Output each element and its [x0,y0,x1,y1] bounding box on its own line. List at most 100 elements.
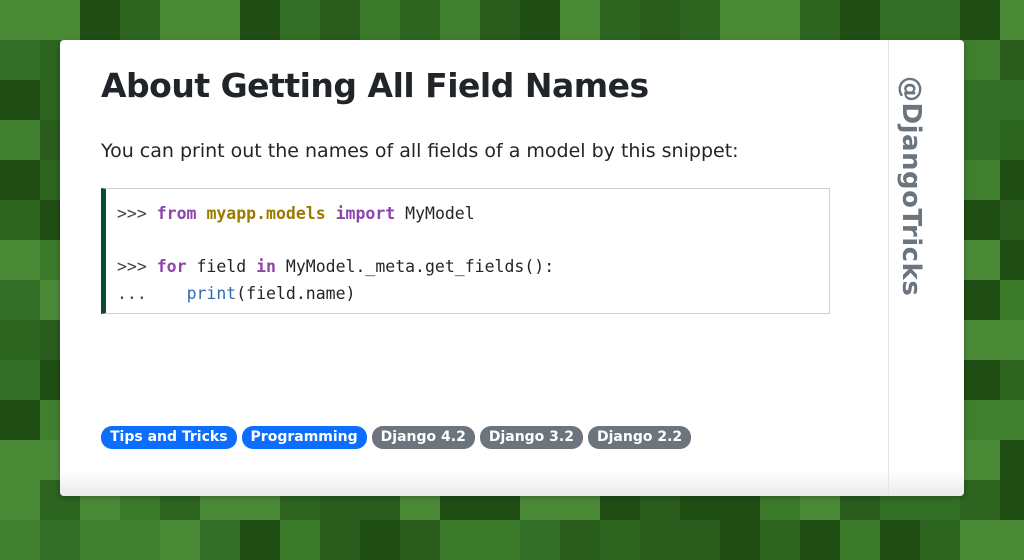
background-tile [680,520,720,560]
background-tile [440,0,480,40]
background-tile [0,360,40,400]
background-tile [1000,160,1024,200]
tag-list: Tips and Tricks Programming Django 4.2 D… [101,426,692,449]
background-tile [520,520,560,560]
background-tile [960,360,1000,400]
background-tile [960,440,1000,480]
background-tile [560,0,600,40]
card-bottom-fade [60,470,964,496]
background-tile [640,0,680,40]
background-tile [0,440,40,480]
background-tile [640,520,680,560]
background-tile [840,520,880,560]
tag-programming[interactable]: Programming [241,426,367,449]
background-tile [360,520,400,560]
code-prompt: >>> [117,257,157,276]
code-keyword: import [335,204,396,223]
background-tile [160,520,200,560]
background-tile [960,240,1000,280]
code-expression: MyModel._meta.get_fields(): [285,257,555,276]
tag-django-3-2[interactable]: Django 3.2 [479,426,583,449]
background-tile [0,120,40,160]
background-tile [1000,0,1024,40]
background-tile [680,0,720,40]
background-tile [960,200,1000,240]
background-tile [120,0,160,40]
background-tile [880,520,920,560]
code-snippet: >>> from myapp.models import MyModel >>>… [101,188,830,314]
background-tile [1000,120,1024,160]
background-tile [1000,40,1024,80]
background-tile [600,520,640,560]
tag-django-4-2[interactable]: Django 4.2 [371,426,475,449]
background-tile [840,0,880,40]
background-tile [960,280,1000,320]
background-tile [960,40,1000,80]
background-tile [960,80,1000,120]
background-tile [80,520,120,560]
background-tile [1000,280,1024,320]
background-tile [560,520,600,560]
background-tile [920,0,960,40]
background-tile [880,0,920,40]
code-text: >>> from myapp.models import MyModel >>>… [106,189,829,307]
background-tile [440,520,480,560]
tag-django-2-2[interactable]: Django 2.2 [587,426,692,449]
background-tile [0,400,40,440]
background-tile [200,0,240,40]
tip-card: About Getting All Field Names You can pr… [60,40,964,496]
background-tile [400,520,440,560]
code-keyword: in [256,257,276,276]
intro-text: You can print out the names of all field… [101,140,739,162]
background-tile [0,240,40,280]
background-tile [0,80,40,120]
background-tile [520,0,560,40]
background-tile [240,0,280,40]
background-tile [0,160,40,200]
background-tile [480,0,520,40]
background-tile [0,480,40,520]
code-identifier: field [196,257,247,276]
sidebar: @DjangoTricks [889,40,964,496]
background-tile [960,120,1000,160]
background-tile [0,320,40,360]
background-tile [800,520,840,560]
background-tile [1000,520,1024,560]
background-tile [40,0,80,40]
background-tile [600,0,640,40]
background-tile [120,520,160,560]
background-tile [960,520,1000,560]
tag-tips-and-tricks[interactable]: Tips and Tricks [101,426,237,449]
background-tile [960,0,1000,40]
background-tile [0,0,40,40]
page-title: About Getting All Field Names [101,66,649,105]
background-tile [1000,200,1024,240]
background-tile [1000,400,1024,440]
background-tile [240,520,280,560]
background-tile [1000,440,1024,480]
background-tile [960,160,1000,200]
background-tile [1000,320,1024,360]
code-module: myapp.models [206,204,326,223]
background-tile [800,0,840,40]
background-tile [1000,360,1024,400]
background-tile [80,0,120,40]
background-tile [1000,80,1024,120]
brand-handle: @DjangoTricks [896,76,926,297]
code-continuation-prompt: ... [117,283,147,303]
code-keyword: from [156,204,197,223]
code-prompt: >>> [117,204,157,223]
background-tile [400,0,440,40]
background-tile [1000,240,1024,280]
background-tile [200,520,240,560]
background-tile [480,520,520,560]
background-tile [320,0,360,40]
background-tile [0,280,40,320]
background-tile [760,0,800,40]
background-tile [920,520,960,560]
background-tile [0,200,40,240]
background-tile [960,480,1000,520]
background-tile [320,520,360,560]
background-tile [720,520,760,560]
background-tile [0,520,40,560]
